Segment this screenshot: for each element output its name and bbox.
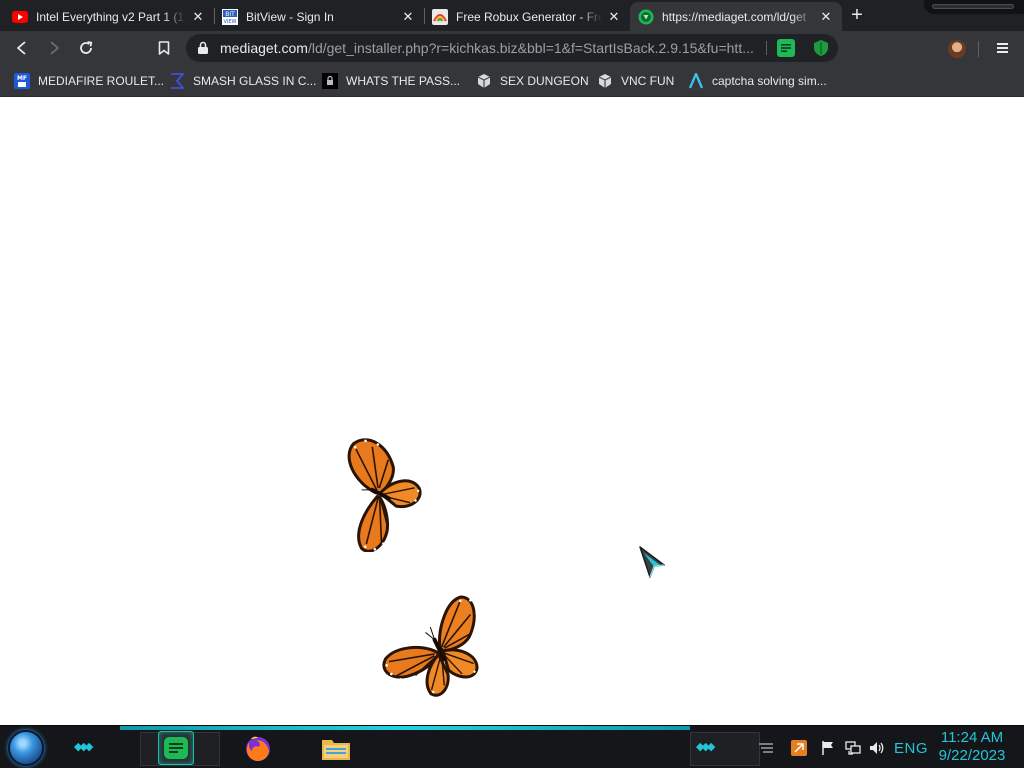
- tab-bitview[interactable]: BIT VIEW BitView - Sign In ✕: [214, 2, 424, 31]
- browser-toolbar: mediaget.com/ld/get_installer.php?r=kich…: [0, 31, 1024, 65]
- extension-shield-icon[interactable]: [812, 39, 830, 57]
- butterfly-image: [347, 438, 422, 552]
- action-center-flag-icon[interactable]: [818, 738, 838, 758]
- dungeon-icon: [476, 73, 492, 89]
- taskbar-chevron-decoration: ◆◆◆: [696, 741, 715, 753]
- bookmark-page-button[interactable]: [152, 36, 176, 60]
- vnc-icon: [597, 73, 613, 89]
- taskbar-firefox[interactable]: [240, 731, 276, 765]
- close-tab-icon[interactable]: ✕: [818, 9, 834, 25]
- page-viewport: [0, 98, 1024, 725]
- tab-title: https://mediaget.com/ld/get: [662, 9, 807, 24]
- start-button[interactable]: [8, 730, 44, 766]
- forward-arrow-icon: [50, 41, 59, 55]
- clock-date: 9/22/2023: [938, 747, 1006, 764]
- mediafire-icon: MF: [14, 73, 30, 89]
- back-arrow-icon: [17, 41, 26, 55]
- browser-tab-strip: Intel Everything v2 Part 1 (19 ✕ BIT VIEW…: [0, 0, 1024, 31]
- sigma-icon: [169, 73, 185, 89]
- bitview-icon: BIT VIEW: [222, 8, 238, 25]
- tab-mediaget-active[interactable]: https://mediaget.com/ld/get ✕: [630, 2, 842, 31]
- folder-icon: [322, 740, 350, 760]
- bookmark-label: SMASH GLASS IN C...: [193, 74, 317, 88]
- lock-icon[interactable]: [196, 41, 210, 55]
- bookmark-label: MEDIAFIRE ROULET...: [38, 74, 165, 88]
- toolbar-divider: [978, 41, 979, 57]
- taskbar-glow-strip: [120, 726, 690, 730]
- svg-text:VIEW: VIEW: [224, 19, 237, 25]
- mediaget-icon: [638, 9, 654, 25]
- mouse-cursor-icon: [639, 546, 665, 578]
- profile-avatar[interactable]: [948, 40, 966, 58]
- notes-app-icon: [164, 737, 188, 759]
- tab-title: Intel Everything v2 Part 1 (19: [36, 9, 186, 24]
- bookmark-label: SEX DUNGEON: [500, 74, 589, 88]
- reload-button[interactable]: [74, 36, 98, 60]
- taskbar-chevron-decoration: ◆◆◆: [74, 741, 93, 753]
- bookmark-mediafire-roulette[interactable]: MF MEDIAFIRE ROULET...: [14, 70, 164, 92]
- new-tab-button[interactable]: +: [845, 4, 869, 28]
- url-path: /ld/get_installer.php?r=kichkas.biz&bbl=…: [307, 40, 754, 56]
- bookmark-whats-the-pass[interactable]: WHATS THE PASS...: [322, 70, 460, 92]
- taskbar: ◆◆◆ ◆◆◆ ENG 11:24 AM 9/22/2023: [0, 725, 1024, 768]
- tab-robux-generator[interactable]: Free Robux Generator - Free ✕: [424, 2, 630, 31]
- close-tab-icon[interactable]: ✕: [400, 9, 416, 25]
- bookmark-smash-glass[interactable]: SMASH GLASS IN C...: [169, 70, 316, 92]
- network-icon[interactable]: [843, 738, 863, 758]
- tray-app-icon[interactable]: [789, 738, 809, 758]
- bookmarks-bar: MF MEDIAFIRE ROULET... SMASH GLASS IN C.…: [0, 65, 1024, 97]
- password-icon: [322, 73, 338, 89]
- taskbar-file-explorer[interactable]: [318, 731, 354, 765]
- input-language-indicator[interactable]: ENG: [894, 740, 928, 757]
- close-tab-icon[interactable]: ✕: [606, 9, 622, 25]
- bookmark-captcha-solving[interactable]: captcha solving sim...: [688, 70, 827, 92]
- tab-youtube[interactable]: Intel Everything v2 Part 1 (19 ✕: [4, 2, 214, 31]
- forward-button[interactable]: [42, 36, 66, 60]
- reload-icon: [80, 41, 93, 54]
- show-hidden-icons-button[interactable]: [756, 738, 776, 758]
- url-host: mediaget.com: [220, 40, 308, 56]
- youtube-icon: [12, 9, 28, 25]
- butterfly-image: [382, 595, 479, 697]
- tab-title: BitView - Sign In: [246, 9, 334, 24]
- tray-bars-icon: [759, 743, 773, 753]
- url-text[interactable]: mediaget.com/ld/get_installer.php?r=kich…: [220, 40, 768, 56]
- volume-icon[interactable]: [867, 738, 887, 758]
- bookmark-sex-dungeon[interactable]: SEX DUNGEON: [476, 70, 589, 92]
- taskbar-notes-app[interactable]: [158, 731, 194, 765]
- toolbar-divider: [766, 41, 767, 55]
- svg-text:BIT: BIT: [225, 11, 235, 18]
- robux-generator-icon: [432, 8, 448, 25]
- window-controls[interactable]: [924, 0, 1024, 14]
- address-bar[interactable]: mediaget.com/ld/get_installer.php?r=kich…: [186, 34, 838, 62]
- bookmark-label: captcha solving sim...: [712, 74, 827, 88]
- bookmark-vnc-fun[interactable]: VNC FUN: [597, 70, 674, 92]
- firefox-icon: [246, 736, 270, 762]
- clock-time: 11:24 AM: [940, 729, 1004, 746]
- close-tab-icon[interactable]: ✕: [190, 9, 206, 25]
- svg-text:MF: MF: [17, 75, 27, 82]
- extension-notes-icon[interactable]: [777, 39, 795, 57]
- bookmark-label: WHATS THE PASS...: [346, 74, 461, 88]
- captcha-icon: [688, 73, 704, 89]
- browser-menu-button[interactable]: [993, 39, 1011, 57]
- bookmark-label: VNC FUN: [621, 74, 675, 88]
- tab-title: Free Robux Generator - Free: [456, 9, 602, 24]
- back-button[interactable]: [10, 36, 34, 60]
- window-control-bar[interactable]: [932, 4, 1014, 9]
- system-clock[interactable]: 11:24 AM 9/22/2023: [932, 729, 1012, 765]
- bookmark-icon: [158, 41, 170, 55]
